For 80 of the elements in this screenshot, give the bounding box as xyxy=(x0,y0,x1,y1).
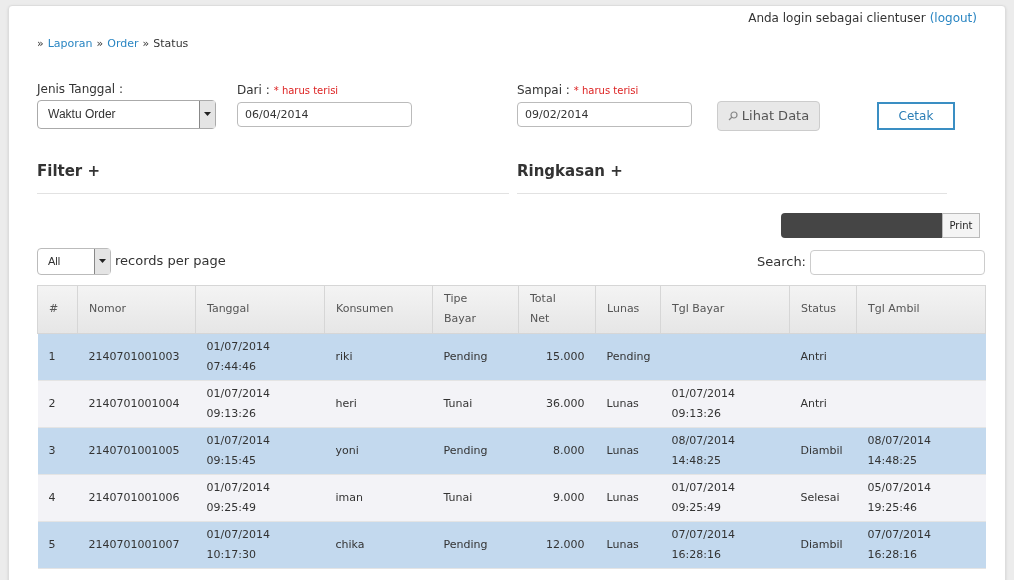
table-cell-text: Pending xyxy=(443,442,488,459)
section-title[interactable]: Ringkasan + xyxy=(517,161,623,180)
table-cell-text: 01/07/2014 07:44:46 xyxy=(206,338,271,375)
required-note: * harus terisi xyxy=(573,83,639,98)
table-cell-text: Lunas xyxy=(606,442,639,459)
table-cell-text: Antri xyxy=(800,395,827,412)
table-cell-text: Diambil xyxy=(800,536,843,553)
table-cell-text: 8.000 xyxy=(553,442,585,459)
print-report-button[interactable]: Cetak xyxy=(877,101,955,130)
dropdown-caret-icon xyxy=(204,112,211,116)
end-date-field[interactable]: 09/02/2014 xyxy=(517,101,692,127)
table-cell-text: 01/07/2014 09:25:49 xyxy=(206,479,271,516)
table-cell-text: 15.000 xyxy=(546,348,585,365)
column-header[interactable]: Tgl Ambil xyxy=(868,299,920,319)
column-header[interactable]: Tgl Bayar xyxy=(672,299,725,319)
required-note: * harus terisi xyxy=(273,83,339,98)
table-cell-text: 36.000 xyxy=(546,395,585,412)
table-cell-text: Tunai xyxy=(443,395,473,412)
table-cell-text: yoni xyxy=(335,442,359,459)
table-cell-text: 1 xyxy=(48,348,56,365)
search-field[interactable] xyxy=(810,249,985,275)
table-cell-text: Diambil xyxy=(800,442,843,459)
table-cell-text: 01/07/2014 10:17:30 xyxy=(206,526,271,563)
field-label: Sampai : xyxy=(517,81,570,99)
table-cell-text: 5 xyxy=(48,536,56,553)
table-cell-text: Lunas xyxy=(606,536,639,553)
section-title[interactable]: Filter + xyxy=(37,161,101,180)
table-cell-text: 07/07/2014 16:28:16 xyxy=(867,526,932,563)
dropdown-caret-icon xyxy=(99,259,106,263)
search-icon xyxy=(727,110,738,121)
table-cell-text: heri xyxy=(335,395,357,412)
table-cell-text: Selesai xyxy=(800,489,840,506)
breadcrumb-separator: » xyxy=(37,36,44,52)
table-cell-text: 2140701001006 xyxy=(88,489,180,506)
breadcrumb-link[interactable]: Laporan xyxy=(47,36,93,53)
field-label: Jenis Tanggal : xyxy=(37,80,124,98)
table-cell-text: 08/07/2014 14:48:25 xyxy=(671,432,736,469)
table-cell-text: 9.000 xyxy=(553,489,585,506)
table-cell-text: 2140701001004 xyxy=(88,395,180,412)
breadcrumb-link[interactable]: Order xyxy=(107,36,139,53)
table-cell-text: riki xyxy=(335,348,353,365)
start-date-field[interactable]: 06/04/2014 xyxy=(237,101,412,127)
date-type-select[interactable]: Waktu Order xyxy=(37,99,216,129)
table-cell-text: Lunas xyxy=(606,489,639,506)
view-data-button[interactable]: Lihat Data xyxy=(717,100,820,131)
table-cell-text: 01/07/2014 09:13:26 xyxy=(671,385,736,422)
breadcrumb-separator: » xyxy=(96,36,104,52)
column-header[interactable]: Tanggal xyxy=(207,299,250,319)
breadcrumb-separator: » xyxy=(142,36,150,52)
table-cell-text: Pending xyxy=(443,536,488,553)
table-cell-text: 01/07/2014 09:15:45 xyxy=(206,432,271,469)
login-status-text: Anda login sebagai clientuser xyxy=(748,10,926,27)
field-label: Dari : xyxy=(237,81,270,99)
table-cell-text: iman xyxy=(335,489,363,506)
table-cell-text: 2140701001007 xyxy=(88,536,180,553)
table-cell-text: 12.000 xyxy=(546,536,585,553)
table-cell-text: chika xyxy=(335,536,365,553)
table-cell-text: 07/07/2014 16:28:16 xyxy=(671,526,736,563)
page-length-label: records per page xyxy=(115,252,226,271)
table-cell-text: 3 xyxy=(48,442,56,459)
table-cell-text: 4 xyxy=(48,489,56,506)
table-cell-text: 2 xyxy=(48,395,56,412)
page-length-select[interactable]: All xyxy=(37,247,111,275)
table-cell-text: 08/07/2014 14:48:25 xyxy=(867,432,932,469)
column-header[interactable]: Nomor xyxy=(89,299,126,319)
table-cell-text: 01/07/2014 09:25:49 xyxy=(671,479,736,516)
column-header[interactable]: # xyxy=(49,299,59,319)
print-button[interactable]: Print xyxy=(942,212,980,238)
table-cell-text: 2140701001005 xyxy=(88,442,180,459)
table-cell-text: 2140701001003 xyxy=(88,348,180,365)
logout-link[interactable]: (logout) xyxy=(929,9,977,27)
table-cell-text: Pending xyxy=(443,348,488,365)
table-cell-text: 05/07/2014 19:25:46 xyxy=(867,479,932,516)
table-cell-text: Lunas xyxy=(606,395,639,412)
breadcrumb-current: Status xyxy=(153,36,189,52)
table-cell-text: 01/07/2014 09:13:26 xyxy=(206,385,271,422)
search-label: Search: xyxy=(756,253,806,272)
table-cell-text: Antri xyxy=(800,348,827,365)
table-cell-text: Tunai xyxy=(443,489,473,506)
table-cell-text: Pending xyxy=(606,348,651,365)
